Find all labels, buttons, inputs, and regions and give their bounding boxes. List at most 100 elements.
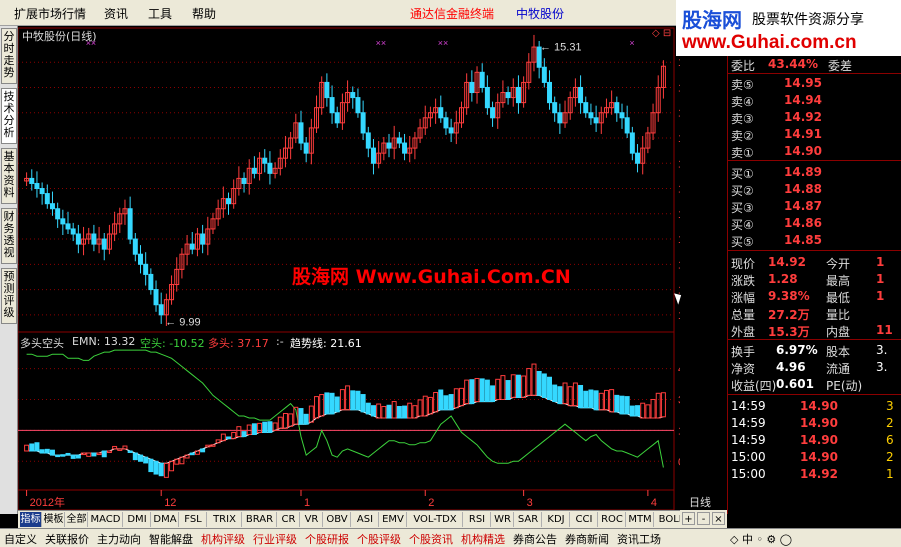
bottom-tab-0[interactable]: 自定义: [4, 531, 37, 547]
candle-body: [189, 243, 195, 250]
indicator-emn-value: EMN: 13.32: [72, 335, 136, 348]
indicator-tab-cci[interactable]: CCI: [571, 512, 598, 527]
indicator-tab-emv[interactable]: EMV: [380, 512, 407, 527]
tick-price: 14.92: [800, 467, 838, 481]
indicator-bar: [381, 405, 387, 419]
period-label: 日线: [689, 496, 711, 509]
indicator-tab-roc[interactable]: ROC: [599, 512, 626, 527]
indicator-bar: [138, 454, 143, 462]
candle-body: [329, 97, 335, 114]
candle-body: [365, 132, 371, 149]
side-tab-forecast[interactable]: 预测评级: [1, 268, 17, 324]
bottom-tab-11[interactable]: 券商新闻: [565, 531, 609, 547]
signal-marker: ×: [629, 38, 634, 48]
menu-tools[interactable]: 工具: [148, 5, 172, 22]
zoom-out-button[interactable]: -: [697, 512, 710, 525]
candle-body: [443, 117, 449, 129]
bottom-info-bar: ◇ 中 ◦ ⚙ ◯ 自定义 关联报价 主力动向 智能解盘 机构评级 行业评级 个股研报 个股评…: [0, 528, 901, 547]
close-window-button[interactable]: ×: [712, 512, 725, 525]
tick-row: 14:59 14.90 3: [728, 398, 901, 415]
tick-row: 14:59 14.90 2: [728, 415, 901, 432]
bottom-tab-3[interactable]: 智能解盘: [149, 531, 193, 547]
side-tab-intraday[interactable]: 分时走势: [1, 28, 17, 84]
indicator-bar: [86, 452, 92, 457]
candle-body: [614, 102, 620, 114]
zoom-in-button[interactable]: +: [682, 512, 695, 525]
bottom-tab-12[interactable]: 资讯工场: [617, 531, 661, 547]
tick-time: 15:00: [731, 467, 766, 481]
indicator-tab-全部[interactable]: 全部: [66, 512, 88, 527]
menu-help[interactable]: 帮助: [192, 5, 216, 22]
candle-body: [469, 81, 475, 94]
indicator-tab-dma[interactable]: DMA: [152, 512, 179, 527]
indicator-tab-macd[interactable]: MACD: [89, 512, 123, 527]
chart-corner-controls[interactable]: ◇ ⊟: [652, 28, 671, 39]
indicator-bar: [282, 412, 288, 429]
buy-level-label: 买①: [731, 167, 754, 181]
candle-body: [490, 107, 496, 119]
indicator-tab-sar[interactable]: SAR: [515, 512, 542, 527]
indicator-bar: [70, 454, 76, 459]
candle-body: [541, 66, 547, 83]
sell-order-row: 卖⑤ 14.95: [728, 75, 901, 92]
tick-time: 14:59: [731, 399, 766, 413]
sell-level-label: 卖③: [731, 112, 754, 126]
bottom-tab-1[interactable]: 关联报价: [45, 531, 89, 547]
bottom-tab-5[interactable]: 行业评级: [253, 531, 297, 547]
indicator-tab-dmi[interactable]: DMI: [124, 512, 151, 527]
indicator-tab-模板[interactable]: 模板: [43, 512, 65, 527]
menu-extended-market[interactable]: 扩展市场行情: [14, 5, 86, 22]
side-tab-technical[interactable]: 技术分析: [1, 88, 17, 144]
indicator-bar: [194, 450, 200, 455]
indicator-tab-cr[interactable]: CR: [278, 512, 300, 527]
indicator-bar: [572, 382, 578, 407]
indicator-tab-vr[interactable]: VR: [301, 512, 323, 527]
indicator-bar: [112, 445, 118, 450]
bottom-tab-9[interactable]: 机构精选: [461, 531, 505, 547]
indicator-bar: [438, 389, 444, 411]
bottom-tab-2[interactable]: 主力动向: [97, 531, 141, 547]
indicator-bar: [479, 378, 485, 403]
bottom-tab-6[interactable]: 个股研报: [305, 531, 349, 547]
indicator-tab-obv[interactable]: OBV: [324, 512, 351, 527]
candle-body: [60, 218, 66, 225]
bottom-tab-8[interactable]: 个股资讯: [409, 531, 453, 547]
bottom-tab-7[interactable]: 个股评级: [357, 531, 401, 547]
buy-order-row: 买① 14.89: [728, 164, 901, 181]
indicator-bar: [360, 394, 366, 413]
side-tab-financials[interactable]: 财务透视: [1, 208, 17, 264]
indicator-tab-mtm[interactable]: MTM: [627, 512, 654, 527]
indicator-tab-fsl[interactable]: FSL: [180, 512, 207, 527]
indicator-tab-rsi[interactable]: RSI: [464, 512, 491, 527]
side-tab-fundamentals[interactable]: 基本资料: [1, 148, 17, 204]
indicator-bar: [288, 413, 294, 427]
indicator-tab-bar: 指标 模板 全部 MACD DMI DMA FSL TRIX BRAR CR VR OBV ASI EMV…: [18, 510, 689, 528]
indicator-bar: [298, 408, 304, 425]
sell-price: 14.95: [784, 76, 822, 90]
indicator-bar: [55, 454, 61, 458]
indicator-tab-wr[interactable]: WR: [492, 512, 514, 527]
bottom-right-icons[interactable]: ◇ 中 ◦ ⚙ ◯: [730, 531, 792, 547]
bottom-tab-4[interactable]: 机构评级: [201, 531, 245, 547]
indicator-tab-asi[interactable]: ASI: [352, 512, 379, 527]
candle-body: [262, 157, 268, 164]
indicator-bar: [262, 421, 268, 433]
menu-news[interactable]: 资讯: [104, 5, 128, 22]
indicator-panel-frame: [18, 331, 675, 491]
indicator-bar: [629, 405, 635, 417]
indicator-bar: [583, 390, 589, 409]
indicator-tab-kdj[interactable]: KDJ: [543, 512, 570, 527]
indicator-tab-指标[interactable]: 指标: [20, 512, 42, 527]
indicator-bar: [484, 379, 490, 403]
bottom-tab-10[interactable]: 券商公告: [513, 531, 557, 547]
indicator-tab-vol-tdx[interactable]: VOL-TDX: [408, 512, 463, 527]
indicator-bar: [588, 389, 594, 409]
candle-body: [226, 198, 231, 205]
date-axis-frame: [18, 489, 675, 510]
stat-value: 1.28: [768, 272, 798, 286]
logo-url: www.Guhai.com.cn: [682, 32, 857, 53]
indicator-bar: [29, 443, 35, 452]
indicator-bar: [101, 450, 107, 458]
indicator-tab-trix[interactable]: TRIX: [208, 512, 242, 527]
indicator-tab-brar[interactable]: BRAR: [243, 512, 277, 527]
